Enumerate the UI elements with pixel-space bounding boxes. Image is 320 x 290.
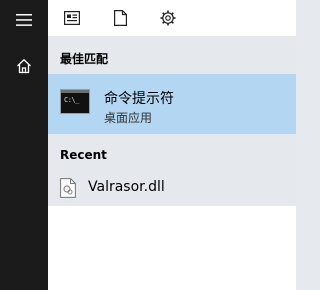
search-results-panel: 最佳匹配 C:\_ 命令提示符 桌面应用 Recent Valrasor.dll [48,0,296,290]
command-prompt-icon: C:\_ [60,89,90,114]
recent-header: Recent [60,148,107,162]
documents-button[interactable] [108,6,132,30]
best-match-header: 最佳匹配 [60,52,109,66]
news-feed-button[interactable] [60,6,84,30]
filter-toolbar [48,0,296,36]
document-icon [113,10,127,26]
recent-item-label: Valrasor.dll [88,179,165,195]
recent-item[interactable]: Valrasor.dll [48,170,296,206]
news-feed-icon [64,11,80,25]
best-match-title: 命令提示符 [104,91,174,107]
home-icon [17,58,31,74]
hamburger-menu-icon [16,14,32,26]
left-rail [0,0,48,290]
empty-results-area [48,206,296,290]
best-match-subtitle: 桌面应用 [104,111,153,125]
dll-file-icon [60,178,76,198]
home-button[interactable] [0,46,48,86]
settings-button[interactable] [156,6,180,30]
hamburger-menu-button[interactable] [0,0,48,40]
best-match-result[interactable]: C:\_ 命令提示符 桌面应用 [48,74,296,134]
gear-icon [160,10,176,26]
